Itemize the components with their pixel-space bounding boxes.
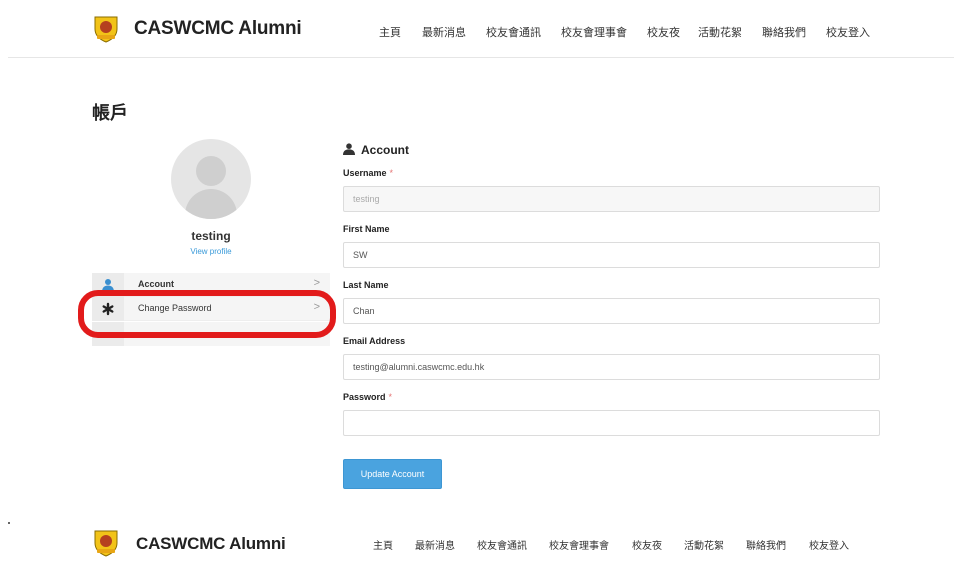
username-label-text: Username [343, 168, 387, 178]
main-nav: 主頁 最新消息 校友會通訊 校友會理事會 校友夜 活動花絮 聯絡我們 校友登入 [0, 24, 954, 40]
footer-nav: 主頁 最新消息 校友會通訊 校友會理事會 校友夜 活動花絮 聯絡我們 校友登入 [0, 537, 954, 553]
last-name-label: Last Name [343, 280, 389, 290]
chevron-right-icon: > [313, 277, 320, 289]
footer-nav-council[interactable]: 校友會理事會 [549, 537, 609, 552]
avatar [171, 139, 251, 219]
password-label: Password * [343, 392, 392, 402]
form-heading-text: Account [361, 143, 409, 157]
nav-login[interactable]: 校友登入 [826, 24, 870, 40]
first-name-label: First Name [343, 224, 390, 234]
footer-nav-home[interactable]: 主頁 [373, 537, 393, 552]
footer-nav-alumni-night[interactable]: 校友夜 [632, 537, 662, 552]
footer-nav-contact[interactable]: 聯絡我們 [746, 537, 786, 552]
footer-nav-news[interactable]: 最新消息 [415, 537, 455, 552]
account-side-menu: Account > Change Password > [92, 273, 330, 321]
side-menu-label: Account [138, 279, 174, 289]
update-account-button[interactable]: Update Account [343, 459, 442, 489]
email-field[interactable]: testing@alumni.caswcmc.edu.hk [343, 354, 880, 380]
nav-council[interactable]: 校友會理事會 [561, 24, 627, 40]
side-menu-item-change-password[interactable]: Change Password > [92, 297, 330, 321]
side-menu-hidden-item[interactable] [92, 322, 330, 346]
chevron-right-icon: > [313, 301, 320, 313]
required-mark: * [389, 168, 394, 178]
password-field[interactable] [343, 410, 880, 436]
side-menu-item-account[interactable]: Account > [92, 273, 330, 297]
asterisk-icon [102, 302, 114, 316]
side-menu-label: Change Password [138, 303, 212, 313]
site-header: CASWCMC Alumni 主頁 最新消息 校友會通訊 校友會理事會 校友夜 … [0, 0, 954, 58]
nav-alumni-night[interactable]: 校友夜 [647, 24, 680, 40]
username-field[interactable]: testing [343, 186, 880, 212]
required-mark: * [388, 392, 393, 402]
stray-dot [8, 522, 10, 524]
footer-nav-newsletter[interactable]: 校友會通訊 [477, 537, 527, 552]
nav-newsletter[interactable]: 校友會通訊 [486, 24, 541, 40]
last-name-field[interactable]: Chan [343, 298, 880, 324]
view-profile-link[interactable]: View profile [151, 247, 271, 256]
username-label: Username * [343, 168, 393, 178]
nav-home[interactable]: 主頁 [379, 24, 401, 40]
nav-gallery[interactable]: 活動花絮 [698, 24, 742, 40]
email-label: Email Address [343, 336, 406, 346]
avatar-head-shape [196, 156, 226, 186]
nav-news[interactable]: 最新消息 [422, 24, 466, 40]
user-icon [102, 279, 114, 292]
side-menu-icon-column [92, 322, 124, 346]
header-divider [8, 57, 954, 58]
footer-nav-gallery[interactable]: 活動花絮 [684, 537, 724, 552]
user-icon [343, 143, 355, 155]
password-label-text: Password [343, 392, 386, 402]
footer-nav-login[interactable]: 校友登入 [809, 537, 849, 552]
profile-name: testing [191, 229, 231, 243]
avatar-body-shape [185, 189, 237, 219]
nav-contact[interactable]: 聯絡我們 [762, 24, 806, 40]
page-title: 帳戶 [92, 103, 128, 124]
first-name-field[interactable]: SW [343, 242, 880, 268]
